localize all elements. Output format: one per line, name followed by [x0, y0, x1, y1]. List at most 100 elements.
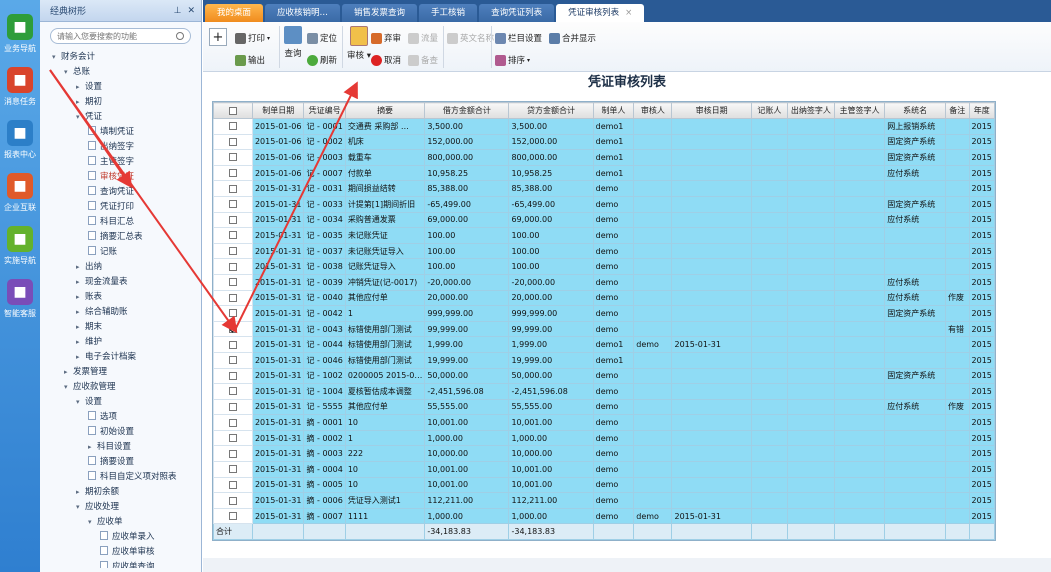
function-search-box[interactable]: [50, 28, 191, 44]
row-select-cell[interactable]: [213, 414, 253, 431]
tree-item[interactable]: 出纳签字: [88, 140, 134, 155]
tree-item[interactable]: ▸ 期初余额: [76, 485, 119, 500]
collapsed-arrow-icon[interactable]: ▸: [76, 485, 85, 500]
collapsed-arrow-icon[interactable]: ▸: [64, 365, 73, 380]
column-header[interactable]: 系统名: [884, 102, 946, 119]
expanded-arrow-icon[interactable]: ▾: [88, 515, 97, 530]
row-checkbox[interactable]: [228, 371, 237, 380]
row-checkbox[interactable]: [228, 418, 237, 427]
tree-item[interactable]: ▸ 设置: [76, 80, 102, 95]
column-header[interactable]: 备注: [944, 102, 970, 119]
table-row[interactable]: 2015-01-31 记 - 0039 冲销凭证(记-0017) -20,000.00…: [213, 273, 995, 291]
tab[interactable]: 凭证审核列表 ×: [556, 4, 645, 22]
add-button[interactable]: +: [209, 28, 227, 46]
tree-item[interactable]: ▾ 财务会计: [52, 50, 95, 65]
row-checkbox[interactable]: [228, 184, 237, 193]
tree-item[interactable]: ▾ 应收处理: [76, 500, 119, 515]
horizontal-scrollbar[interactable]: [203, 558, 1051, 572]
row-select-cell[interactable]: [213, 398, 253, 416]
tree-item[interactable]: 应收单录入: [100, 530, 155, 545]
tree-item[interactable]: 填制凭证: [88, 125, 134, 140]
tree-item[interactable]: 摘要设置: [88, 455, 134, 470]
export-button[interactable]: 输出: [235, 54, 265, 66]
row-checkbox[interactable]: [228, 293, 237, 302]
select-all-header[interactable]: [213, 102, 253, 119]
table-row[interactable]: 2015-01-31 记 - 0040 其他应付单 20,000.00 20,000.0…: [213, 289, 995, 307]
row-checkbox[interactable]: [228, 480, 237, 489]
column-header[interactable]: 摘要: [344, 102, 426, 119]
tree-item[interactable]: ▾ 总账: [64, 65, 90, 80]
table-row[interactable]: 2015-01-06 记 - 0002 机床 152,000.00 152,000.00…: [213, 133, 995, 151]
table-row[interactable]: 2015-01-31 记 - 0043 标错使用部门测试 99,999.00 99,99…: [213, 320, 995, 338]
tree-item[interactable]: ▾ 应收单: [88, 515, 123, 530]
row-checkbox[interactable]: [228, 169, 237, 178]
abandon-audit-button[interactable]: 弃审: [371, 32, 401, 44]
row-select-cell[interactable]: [213, 242, 253, 260]
column-header[interactable]: 年度: [968, 102, 995, 119]
row-checkbox[interactable]: [228, 496, 237, 505]
row-select-cell[interactable]: [213, 305, 253, 322]
pin-icon[interactable]: ⊥: [174, 6, 182, 16]
tab[interactable]: 销售发票查询: [342, 4, 418, 22]
row-checkbox[interactable]: [228, 231, 237, 240]
row-select-cell[interactable]: [213, 429, 253, 447]
leftbar-item[interactable]: ■ 消息任务: [0, 67, 40, 107]
table-row[interactable]: 2015-01-31 记 - 0037 未记账凭证导入 100.00 100.00 dem…: [213, 242, 995, 260]
row-select-cell[interactable]: [213, 461, 253, 478]
table-row[interactable]: 2015-01-31 记 - 0044 标错使用部门测试 1,999.00 1,999.…: [213, 336, 995, 353]
row-select-cell[interactable]: [213, 195, 253, 213]
row-select-cell[interactable]: [213, 367, 253, 385]
table-row[interactable]: 2015-01-31 摘 - 0002 1 1,000.00 1,000.00 demo 2…: [213, 429, 995, 447]
search-input[interactable]: [57, 31, 176, 41]
collapsed-arrow-icon[interactable]: ▸: [76, 350, 85, 365]
table-row[interactable]: 2015-01-06 记 - 0001 交通费 采购部 … 3,500.00 3,500…: [213, 118, 995, 135]
row-checkbox[interactable]: [228, 262, 237, 271]
row-checkbox[interactable]: [228, 122, 237, 131]
tree-item[interactable]: 摘要汇总表: [88, 230, 143, 245]
table-row[interactable]: 2015-01-31 记 - 0046 标错使用部门测试 19,999.00 19,99…: [213, 351, 995, 369]
tab[interactable]: 查询凭证列表: [479, 4, 555, 22]
row-checkbox[interactable]: [228, 325, 237, 334]
row-select-cell[interactable]: [213, 211, 253, 229]
table-row[interactable]: 2015-01-31 记 - 0035 未记账凭证 100.00 100.00 demo 2…: [213, 227, 995, 244]
collapsed-arrow-icon[interactable]: ▸: [76, 290, 85, 305]
tree-item[interactable]: ▾ 凭证: [76, 110, 102, 125]
expanded-arrow-icon[interactable]: ▾: [76, 395, 85, 410]
collapsed-arrow-icon[interactable]: ▸: [76, 320, 85, 335]
table-row[interactable]: 2015-01-31 摘 - 0001 10 10,001.00 10,001.00 de…: [213, 414, 995, 431]
row-checkbox[interactable]: [228, 402, 237, 411]
row-checkbox[interactable]: [228, 137, 237, 146]
table-row[interactable]: 2015-01-31 记 - 0042 1 999,999.00 999,999.00 d…: [213, 305, 995, 322]
row-select-cell[interactable]: [213, 258, 253, 275]
table-row[interactable]: 2015-01-31 记 - 0038 记账凭证导入 100.00 100.00 demo…: [213, 258, 995, 275]
row-checkbox[interactable]: [228, 247, 237, 256]
table-row[interactable]: 2015-01-06 记 - 0007 付款单 10,958.25 10,958.25 d…: [213, 164, 995, 182]
tree-item[interactable]: ▸ 现金流量表: [76, 275, 128, 290]
table-row[interactable]: 2015-01-31 摘 - 0004 10 10,001.00 10,001.00 de…: [213, 461, 995, 478]
check-button[interactable]: 备查: [408, 54, 438, 66]
row-select-cell[interactable]: [213, 227, 253, 244]
row-select-cell[interactable]: [213, 320, 253, 338]
row-checkbox[interactable]: [228, 309, 237, 318]
tree-item[interactable]: ▾ 设置: [76, 395, 102, 410]
tree-item[interactable]: ▸ 发票管理: [64, 365, 107, 380]
column-header[interactable]: 记账人: [750, 102, 788, 119]
tree-item[interactable]: ▸ 期初: [76, 95, 102, 110]
collapsed-arrow-icon[interactable]: ▸: [88, 440, 97, 455]
tree-item[interactable]: 科目自定义项对照表: [88, 470, 177, 485]
tree-item[interactable]: ▸ 账表: [76, 290, 102, 305]
collapsed-arrow-icon[interactable]: ▸: [76, 95, 85, 110]
row-select-cell[interactable]: [213, 445, 253, 463]
expanded-arrow-icon[interactable]: ▾: [76, 500, 85, 515]
tree-item[interactable]: 初始设置: [88, 425, 134, 440]
table-row[interactable]: 2015-01-31 记 - 1002 0200005 2015-0… 50,000.…: [213, 367, 995, 385]
tree-item[interactable]: 选项: [88, 410, 117, 425]
row-select-cell[interactable]: [213, 149, 253, 166]
row-select-cell[interactable]: [213, 273, 253, 291]
tree-item[interactable]: 凭证打印: [88, 200, 134, 215]
leftbar-item[interactable]: ■ 报表中心: [0, 120, 40, 160]
print-button[interactable]: 打印 ▾: [235, 32, 270, 44]
column-header[interactable]: 审核日期: [671, 102, 752, 119]
tree-item[interactable]: ▸ 维护: [76, 335, 102, 350]
row-select-cell[interactable]: [213, 289, 253, 307]
